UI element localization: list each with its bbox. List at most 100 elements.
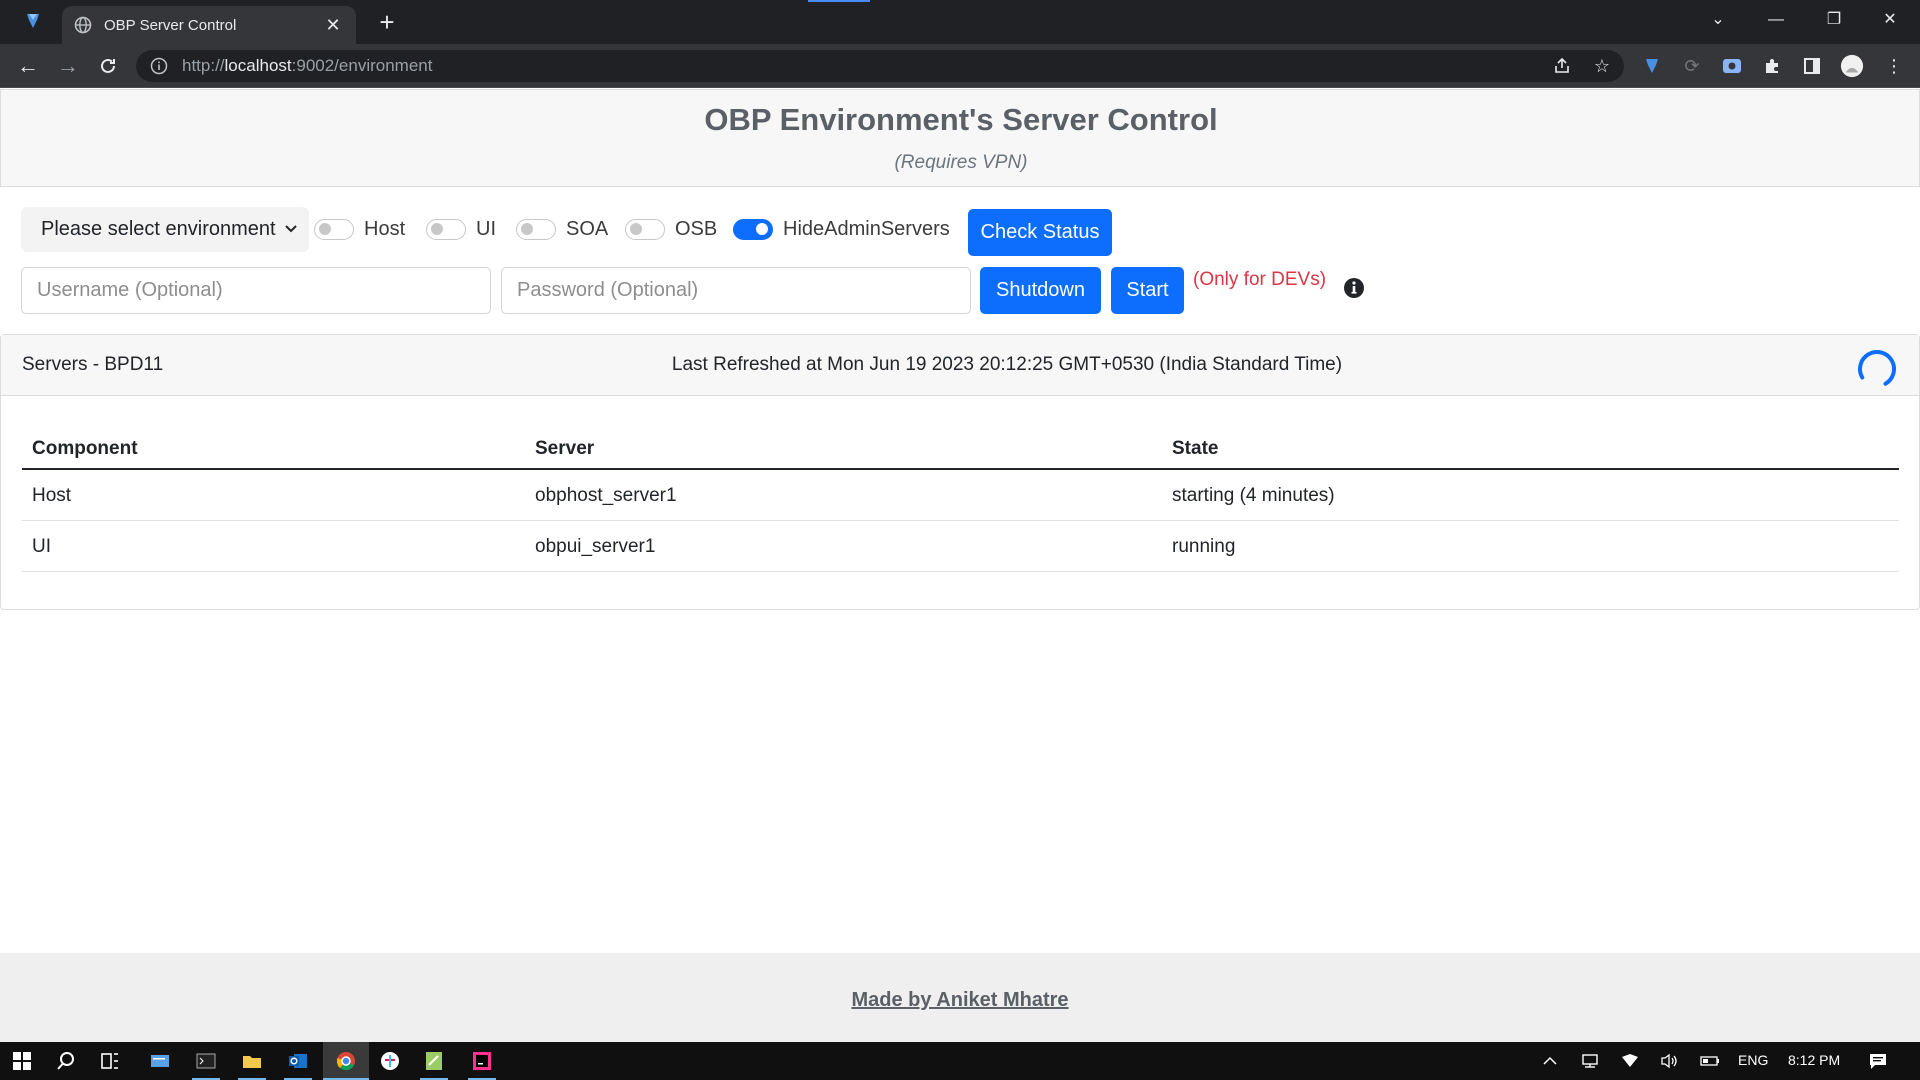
toggle-osb-label: OSB (675, 217, 718, 240)
volume-icon[interactable] (1656, 1047, 1684, 1075)
restore-button[interactable]: ❐ (1814, 8, 1854, 32)
chevron-down-icon (283, 219, 299, 237)
hide-admin-servers-switch[interactable] (733, 218, 773, 240)
close-window-button[interactable]: ✕ (1870, 8, 1910, 32)
extensions-puzzle-icon[interactable] (1760, 54, 1784, 78)
tab-close-icon[interactable]: ✕ (322, 15, 344, 35)
password-input[interactable]: Password (Optional) (501, 267, 971, 314)
url-scheme: http:// (182, 56, 225, 75)
controls-panel: Please select environment Host UI SOA OS… (0, 187, 1920, 335)
notepad-plus-icon[interactable] (420, 1047, 448, 1075)
username-input[interactable]: Username (Optional) (21, 267, 491, 314)
vpn-shield-icon[interactable] (1616, 1047, 1644, 1075)
new-tab-button[interactable]: + (372, 8, 402, 38)
footer-credit-link[interactable]: Made by Aniket Mhatre (0, 989, 1920, 1012)
cell-state: starting (4 minutes) (1172, 485, 1335, 506)
toggle-osb[interactable]: OSB (625, 209, 717, 249)
share-icon[interactable] (1550, 54, 1574, 78)
language-indicator[interactable]: ENG (1738, 1052, 1768, 1068)
file-explorer-icon[interactable] (238, 1047, 266, 1075)
intellij-icon[interactable] (468, 1047, 496, 1075)
tab-indicator (808, 0, 870, 2)
clock[interactable]: 8:12 PM (1788, 1052, 1840, 1068)
extension-diamond-icon[interactable] (22, 10, 44, 32)
cell-server: obpui_server1 (535, 536, 656, 557)
cell-state: running (1172, 536, 1236, 557)
toggle-ui[interactable]: UI (426, 209, 496, 249)
browser-menu-icon[interactable]: ⋮ (1882, 54, 1906, 78)
servers-card-header: Servers - BPD11 Last Refreshed at Mon Ju… (1, 335, 1919, 396)
column-header-component: Component (32, 438, 138, 459)
reload-icon[interactable] (94, 52, 122, 80)
url-path: :9002/environment (291, 56, 433, 75)
tab-search-icon[interactable]: ⌄ (1698, 8, 1738, 32)
table-row: Host obphost_server1 starting (4 minutes… (22, 470, 1899, 521)
url-host: localhost (224, 56, 292, 75)
windows-start-icon[interactable] (8, 1047, 36, 1075)
toggle-soa[interactable]: SOA (516, 209, 608, 249)
column-header-server: Server (535, 438, 595, 459)
back-arrow-icon[interactable]: ← (14, 52, 42, 80)
environment-select[interactable]: Please select environment (21, 207, 309, 252)
start-button[interactable]: Start (1111, 267, 1184, 314)
toggle-ui-label: UI (476, 217, 496, 240)
info-icon[interactable] (1343, 277, 1365, 299)
task-view-icon[interactable] (96, 1047, 124, 1075)
loading-spinner-icon (1857, 349, 1897, 389)
notepad-app-icon[interactable] (146, 1047, 174, 1075)
cell-component: UI (32, 536, 51, 557)
notifications-icon[interactable] (1864, 1047, 1892, 1075)
cell-component: Host (32, 485, 72, 506)
cell-server: obphost_server1 (535, 485, 677, 506)
terminal-app-icon[interactable] (192, 1047, 220, 1075)
shutdown-button[interactable]: Shutdown (980, 267, 1101, 314)
address-bar[interactable]: http://localhost:9002/environment (136, 50, 1624, 82)
outlook-icon[interactable] (284, 1047, 312, 1075)
browser-toolbar: ← → http://localhost:9002/environment ☆ … (0, 44, 1920, 88)
table-row: UI obpui_server1 running (22, 521, 1899, 572)
check-status-button[interactable]: Check Status (968, 209, 1112, 256)
header-card: OBP Environment's Server Control (Requir… (0, 89, 1920, 187)
globe-icon (74, 16, 92, 34)
profile-avatar[interactable] (1840, 54, 1864, 78)
show-hidden-icons-chevron-icon[interactable] (1536, 1047, 1564, 1075)
network-icon[interactable] (1576, 1047, 1604, 1075)
side-panel-icon[interactable] (1800, 54, 1824, 78)
browser-tabstrip: OBP Server Control ✕ + ⌄ — ❐ ✕ (0, 0, 1920, 44)
page-content: OBP Environment's Server Control (Requir… (0, 89, 1920, 1042)
extension-screen-icon[interactable] (1720, 54, 1744, 78)
table-header-row: Component Server State (22, 430, 1899, 470)
servers-table: Component Server State Host obphost_serv… (22, 430, 1899, 572)
toggle-soa-label: SOA (566, 217, 609, 240)
footer: Made by Aniket Mhatre (0, 953, 1920, 1042)
ui-switch[interactable] (426, 218, 466, 240)
search-icon[interactable] (52, 1047, 80, 1075)
windows-taskbar: ENG 8:12 PM (0, 1042, 1920, 1080)
toggle-hide-admin-servers-label: HideAdminServers (783, 217, 950, 240)
extension-diamond-toolbar-icon[interactable] (1640, 54, 1664, 78)
toggle-hide-admin-servers[interactable]: HideAdminServers (733, 209, 950, 249)
slack-icon[interactable] (376, 1047, 404, 1075)
page-title: OBP Environment's Server Control (704, 102, 1218, 137)
soa-switch[interactable] (516, 218, 556, 240)
minimize-button[interactable]: — (1756, 8, 1796, 32)
url-text: http://localhost:9002/environment (182, 56, 432, 76)
bookmark-star-icon[interactable]: ☆ (1590, 54, 1614, 78)
servers-card: Servers - BPD11 Last Refreshed at Mon Ju… (0, 334, 1920, 610)
site-info-icon[interactable] (150, 57, 168, 75)
forward-arrow-icon[interactable]: → (54, 52, 82, 80)
tab-obp-server-control[interactable]: OBP Server Control ✕ (62, 6, 356, 44)
extension-sync-icon[interactable]: ⟳ (1680, 54, 1704, 78)
tab-title: OBP Server Control (104, 16, 237, 34)
battery-icon[interactable] (1696, 1047, 1724, 1075)
environment-select-value: Please select environment (41, 218, 276, 240)
host-switch[interactable] (314, 218, 354, 240)
dev-note: (Only for DEVs) (1193, 269, 1327, 290)
toggle-host[interactable]: Host (314, 209, 405, 249)
osb-switch[interactable] (625, 218, 665, 240)
toggle-host-label: Host (364, 217, 406, 240)
last-refreshed: Last Refreshed at Mon Jun 19 2023 20:12:… (671, 354, 1343, 375)
chrome-icon[interactable] (332, 1047, 360, 1075)
page-subtitle: (Requires VPN) (894, 152, 1028, 173)
column-header-state: State (1172, 438, 1219, 459)
